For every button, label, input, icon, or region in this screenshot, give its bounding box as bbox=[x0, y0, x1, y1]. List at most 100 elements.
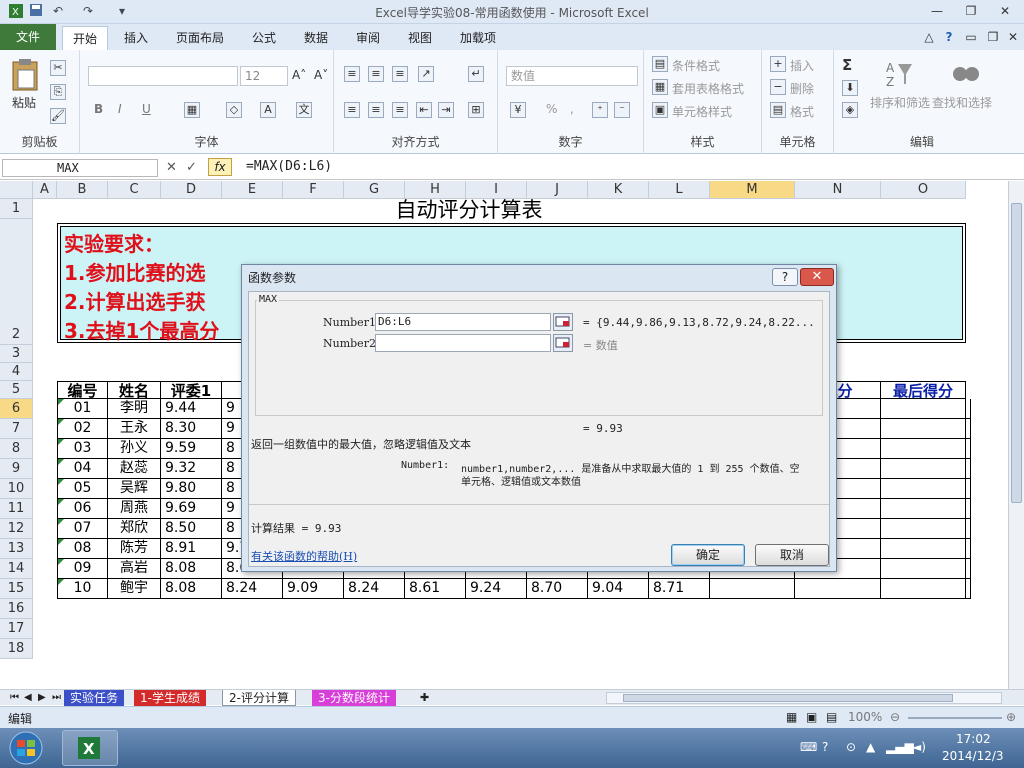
indent-decrease-icon[interactable]: ⇤ bbox=[416, 102, 432, 118]
row-header[interactable]: 16 bbox=[0, 599, 33, 619]
format-painter-icon[interactable]: 🖌 bbox=[50, 108, 66, 124]
table-cell[interactable] bbox=[966, 399, 971, 419]
table-cell[interactable] bbox=[881, 559, 966, 579]
font-size-combo[interactable]: 12 bbox=[240, 66, 288, 86]
dialog-close-button[interactable]: ✕ bbox=[800, 268, 834, 286]
paste-button[interactable]: 粘贴 bbox=[12, 94, 36, 111]
table-cell[interactable] bbox=[966, 499, 971, 519]
table-cell[interactable] bbox=[966, 459, 971, 479]
table-cell[interactable]: 8.30 bbox=[161, 419, 222, 439]
ok-button[interactable]: 确定 bbox=[671, 544, 745, 566]
table-cell[interactable]: 9.09 bbox=[283, 579, 344, 599]
sheet-tab-tasks[interactable]: 实验任务 bbox=[64, 690, 125, 706]
align-right-icon[interactable]: ≡ bbox=[392, 102, 408, 118]
zoom-in-icon[interactable]: ⊕ bbox=[1006, 710, 1016, 724]
signal-tray-icon[interactable]: ▂▄▆ bbox=[886, 740, 914, 754]
row-header[interactable]: 18 bbox=[0, 639, 33, 659]
network-tray-icon[interactable]: ⊙ bbox=[846, 740, 856, 754]
table-cell[interactable]: 8.70 bbox=[527, 579, 588, 599]
row-header[interactable]: 6 bbox=[0, 399, 33, 419]
table-cell[interactable] bbox=[966, 479, 971, 499]
table-cell[interactable] bbox=[881, 479, 966, 499]
table-cell[interactable] bbox=[881, 419, 966, 439]
table-cell[interactable]: 赵蕊 bbox=[108, 459, 161, 479]
horizontal-scroll-thumb[interactable] bbox=[623, 694, 953, 702]
table-cell[interactable]: 10 bbox=[57, 579, 108, 599]
row-header[interactable]: 11 bbox=[0, 499, 33, 519]
horizontal-scrollbar[interactable] bbox=[606, 692, 1002, 704]
restore-icon[interactable]: ❐ bbox=[958, 2, 984, 20]
format-cells-icon[interactable]: ▤ bbox=[770, 102, 786, 118]
tab-data[interactable]: 数据 bbox=[294, 26, 338, 50]
row-header[interactable]: 13 bbox=[0, 539, 33, 559]
font-color-icon[interactable]: A bbox=[260, 102, 276, 118]
indent-increase-icon[interactable]: ⇥ bbox=[438, 102, 454, 118]
number1-collapse-icon[interactable] bbox=[553, 313, 573, 331]
insert-cells-icon[interactable]: + bbox=[770, 56, 786, 72]
autosum-button[interactable]: Σ bbox=[842, 56, 852, 74]
tab-file[interactable]: 文件 bbox=[0, 24, 56, 50]
tab-page-layout[interactable]: 页面布局 bbox=[166, 26, 234, 50]
delete-cells-button[interactable]: 删除 bbox=[790, 80, 814, 97]
column-header[interactable]: N bbox=[795, 181, 881, 199]
column-header[interactable]: C bbox=[108, 181, 161, 199]
row-header[interactable]: 3 bbox=[0, 345, 33, 363]
row-header[interactable]: 7 bbox=[0, 419, 33, 439]
align-top-icon[interactable]: ≡ bbox=[344, 66, 360, 82]
currency-icon[interactable]: ¥ bbox=[510, 102, 526, 118]
normal-view-icon[interactable]: ▦ bbox=[786, 710, 797, 724]
cancel-entry-icon[interactable]: ✕ bbox=[166, 160, 177, 175]
underline-button[interactable]: U bbox=[142, 102, 151, 116]
table-cell[interactable]: 鲍宇 bbox=[108, 579, 161, 599]
table-cell[interactable]: 王永 bbox=[108, 419, 161, 439]
column-header[interactable]: E bbox=[222, 181, 283, 199]
italic-button[interactable]: I bbox=[118, 102, 122, 116]
table-cell[interactable]: 陈芳 bbox=[108, 539, 161, 559]
table-cell[interactable] bbox=[710, 579, 795, 599]
sheet-tab-scoring[interactable]: 2-评分计算 bbox=[222, 690, 296, 706]
table-cell[interactable]: 9.32 bbox=[161, 459, 222, 479]
zoom-level[interactable]: 100% bbox=[848, 710, 882, 724]
font-name-combo[interactable] bbox=[88, 66, 238, 86]
function-help-link[interactable]: 有关该函数的帮助(H) bbox=[251, 548, 357, 564]
number2-collapse-icon[interactable] bbox=[553, 334, 573, 352]
help-tray-icon[interactable]: ? bbox=[822, 740, 828, 754]
keyboard-tray-icon[interactable]: ⌨ bbox=[800, 740, 817, 754]
insert-sheet-icon[interactable]: ✚ bbox=[414, 690, 435, 706]
fill-icon[interactable]: ⬇ bbox=[842, 80, 858, 96]
table-cell[interactable] bbox=[881, 499, 966, 519]
table-cell[interactable]: 8.91 bbox=[161, 539, 222, 559]
column-header[interactable]: I bbox=[466, 181, 527, 199]
table-cell[interactable]: 8.24 bbox=[222, 579, 283, 599]
table-cell[interactable] bbox=[966, 539, 971, 559]
tab-view[interactable]: 视图 bbox=[398, 26, 442, 50]
wrap-text-icon[interactable]: ↵ bbox=[468, 66, 484, 82]
column-header[interactable]: G bbox=[344, 181, 405, 199]
find-select-icon[interactable] bbox=[952, 58, 980, 91]
table-cell[interactable] bbox=[881, 399, 966, 419]
tab-addins[interactable]: 加载项 bbox=[450, 26, 506, 50]
cell-styles-button[interactable]: 单元格样式 bbox=[672, 103, 732, 120]
column-header[interactable]: B bbox=[57, 181, 108, 199]
table-cell[interactable] bbox=[795, 579, 881, 599]
delete-cells-icon[interactable]: − bbox=[770, 79, 786, 95]
conditional-format-button[interactable]: 条件格式 bbox=[672, 57, 720, 74]
close-icon[interactable]: ✕ bbox=[992, 2, 1018, 20]
align-left-icon[interactable]: ≡ bbox=[344, 102, 360, 118]
row-header[interactable]: 10 bbox=[0, 479, 33, 499]
cell-styles-icon[interactable]: ▣ bbox=[652, 102, 668, 118]
column-header[interactable]: A bbox=[33, 181, 57, 199]
format-cells-button[interactable]: 格式 bbox=[790, 103, 814, 120]
name-box[interactable]: MAX bbox=[2, 159, 158, 177]
table-cell[interactable] bbox=[966, 579, 971, 599]
zoom-slider[interactable] bbox=[908, 717, 1002, 719]
table-cell[interactable]: 01 bbox=[57, 399, 108, 419]
select-all-corner[interactable] bbox=[0, 181, 33, 199]
align-center-icon[interactable]: ≡ bbox=[368, 102, 384, 118]
tab-insert[interactable]: 插入 bbox=[114, 26, 158, 50]
table-cell[interactable]: 李明 bbox=[108, 399, 161, 419]
table-cell[interactable]: 高岩 bbox=[108, 559, 161, 579]
table-cell[interactable] bbox=[966, 439, 971, 459]
cut-icon[interactable]: ✂ bbox=[50, 60, 66, 76]
table-cell[interactable]: 05 bbox=[57, 479, 108, 499]
